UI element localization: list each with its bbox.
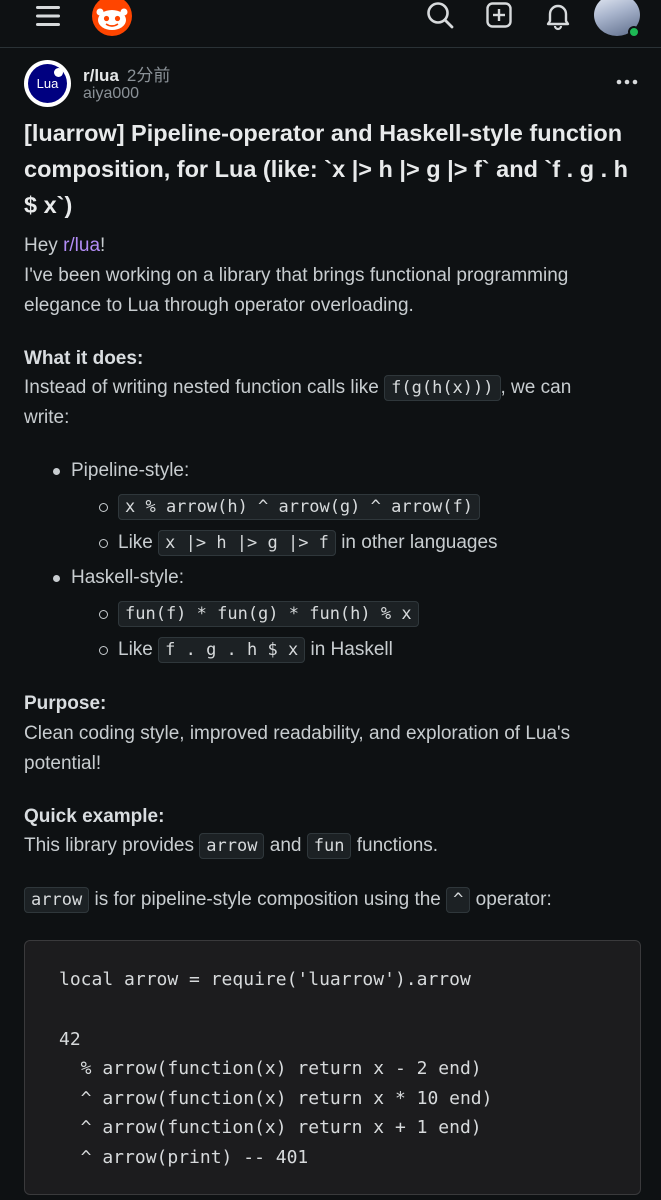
- purpose-text: Clean coding style, improved readability…: [24, 723, 571, 774]
- quick-after: functions.: [351, 835, 439, 856]
- subreddit-icon-text: Lua: [36, 76, 59, 91]
- reddit-logo-icon: [92, 0, 132, 36]
- inline-code: ^: [446, 887, 471, 913]
- more-options-button[interactable]: [612, 70, 642, 94]
- lua-logo-icon: Lua: [28, 64, 67, 103]
- quick-and: and: [264, 835, 307, 856]
- post-meta: r/lua 2分前: [83, 61, 170, 86]
- like-suffix: in other languages: [341, 532, 498, 553]
- what-text-line2: write:: [24, 407, 70, 428]
- pipeline-like-item: Like x |> h |> g |> f in other languages: [118, 528, 498, 558]
- like-text: Like: [118, 532, 153, 553]
- code-block: local arrow = require('luarrow').arrow 4…: [24, 940, 641, 1195]
- what-text-after: , we can: [500, 377, 572, 398]
- quick-before: This library provides: [24, 835, 200, 856]
- code-line: ^ arrow(print) -- 401: [59, 1147, 309, 1168]
- inline-code: arrow: [24, 887, 90, 913]
- subreddit-name[interactable]: r/lua: [83, 66, 119, 85]
- list-bullet: [53, 575, 60, 582]
- haskell-like-item: Like f . g . h $ x in Haskell: [118, 635, 393, 665]
- like-text: Like: [118, 639, 153, 660]
- sublist-bullet: [99, 646, 108, 655]
- haskell-style-label: Haskell-style:: [71, 567, 184, 588]
- list-bullet: [53, 468, 60, 475]
- search-button[interactable]: [420, 0, 460, 32]
- greeting: Hey r/lua!: [24, 231, 639, 261]
- what-heading: What it does:: [24, 348, 144, 369]
- inline-code: f . g . h $ x: [158, 637, 306, 663]
- reddit-logo[interactable]: [88, 0, 136, 36]
- quick-example-heading: Quick example:: [24, 806, 165, 827]
- menu-icon: [36, 6, 60, 26]
- arrow-text: is for pipeline-style composition using …: [89, 889, 447, 910]
- search-icon: [427, 2, 454, 29]
- like-suffix: in Haskell: [310, 639, 393, 660]
- greeting-prefix: Hey: [24, 235, 64, 256]
- haskell-code-item: fun(f) * fun(g) * fun(h) % x: [118, 599, 419, 629]
- code-line: ^ arrow(function(x) return x + 1 end): [59, 1117, 482, 1138]
- code-line: 42: [59, 1029, 81, 1050]
- code-line: ^ arrow(function(x) return x * 10 end): [59, 1088, 493, 1109]
- what-text: Instead of writing nested function calls…: [24, 373, 639, 403]
- quick-example-text: This library provides arrow and fun func…: [24, 831, 639, 861]
- subreddit-icon[interactable]: Lua: [24, 60, 71, 107]
- arrow-after: operator:: [470, 889, 552, 910]
- intro-paragraph: I've been working on a library that brin…: [24, 265, 569, 316]
- top-app-bar: [0, 0, 661, 48]
- inline-code: arrow: [199, 833, 265, 859]
- greeting-suffix: !: [100, 235, 106, 256]
- post-age: 2分前: [126, 66, 171, 85]
- purpose-heading: Purpose:: [24, 693, 107, 714]
- plus-square-icon: [486, 2, 512, 28]
- create-post-button[interactable]: [479, 0, 519, 32]
- inline-code: f(g(h(x))): [384, 375, 501, 401]
- inline-code: fun: [306, 833, 352, 859]
- online-status-dot: [628, 26, 640, 38]
- hamburger-menu-button[interactable]: [28, 0, 68, 32]
- arrow-description: arrow is for pipeline-style composition …: [24, 885, 639, 915]
- pipeline-style-label: Pipeline-style:: [71, 460, 190, 481]
- inline-code: x % arrow(h) ^ arrow(g) ^ arrow(f): [118, 494, 480, 520]
- notifications-button[interactable]: [538, 0, 578, 32]
- sublist-bullet: [99, 539, 108, 548]
- post-title: [luarrow] Pipeline-operator and Haskell-…: [24, 120, 628, 218]
- what-text-before: Instead of writing nested function calls…: [24, 377, 385, 398]
- inline-code: fun(f) * fun(g) * fun(h) % x: [118, 601, 419, 627]
- inline-code: x |> h |> g |> f: [158, 530, 336, 556]
- sublist-bullet: [99, 503, 108, 512]
- sublist-bullet: [99, 610, 108, 619]
- code-line: local arrow = require('luarrow').arrow: [59, 969, 471, 990]
- pipeline-code-item: x % arrow(h) ^ arrow(g) ^ arrow(f): [118, 492, 480, 522]
- subreddit-link[interactable]: r/lua: [63, 235, 100, 256]
- post-author[interactable]: aiya000: [83, 85, 139, 103]
- bell-icon: [546, 4, 570, 31]
- code-line: % arrow(function(x) return x - 2 end): [59, 1058, 482, 1079]
- lua-moon-shape: [54, 68, 63, 77]
- more-horizontal-icon: [616, 79, 638, 85]
